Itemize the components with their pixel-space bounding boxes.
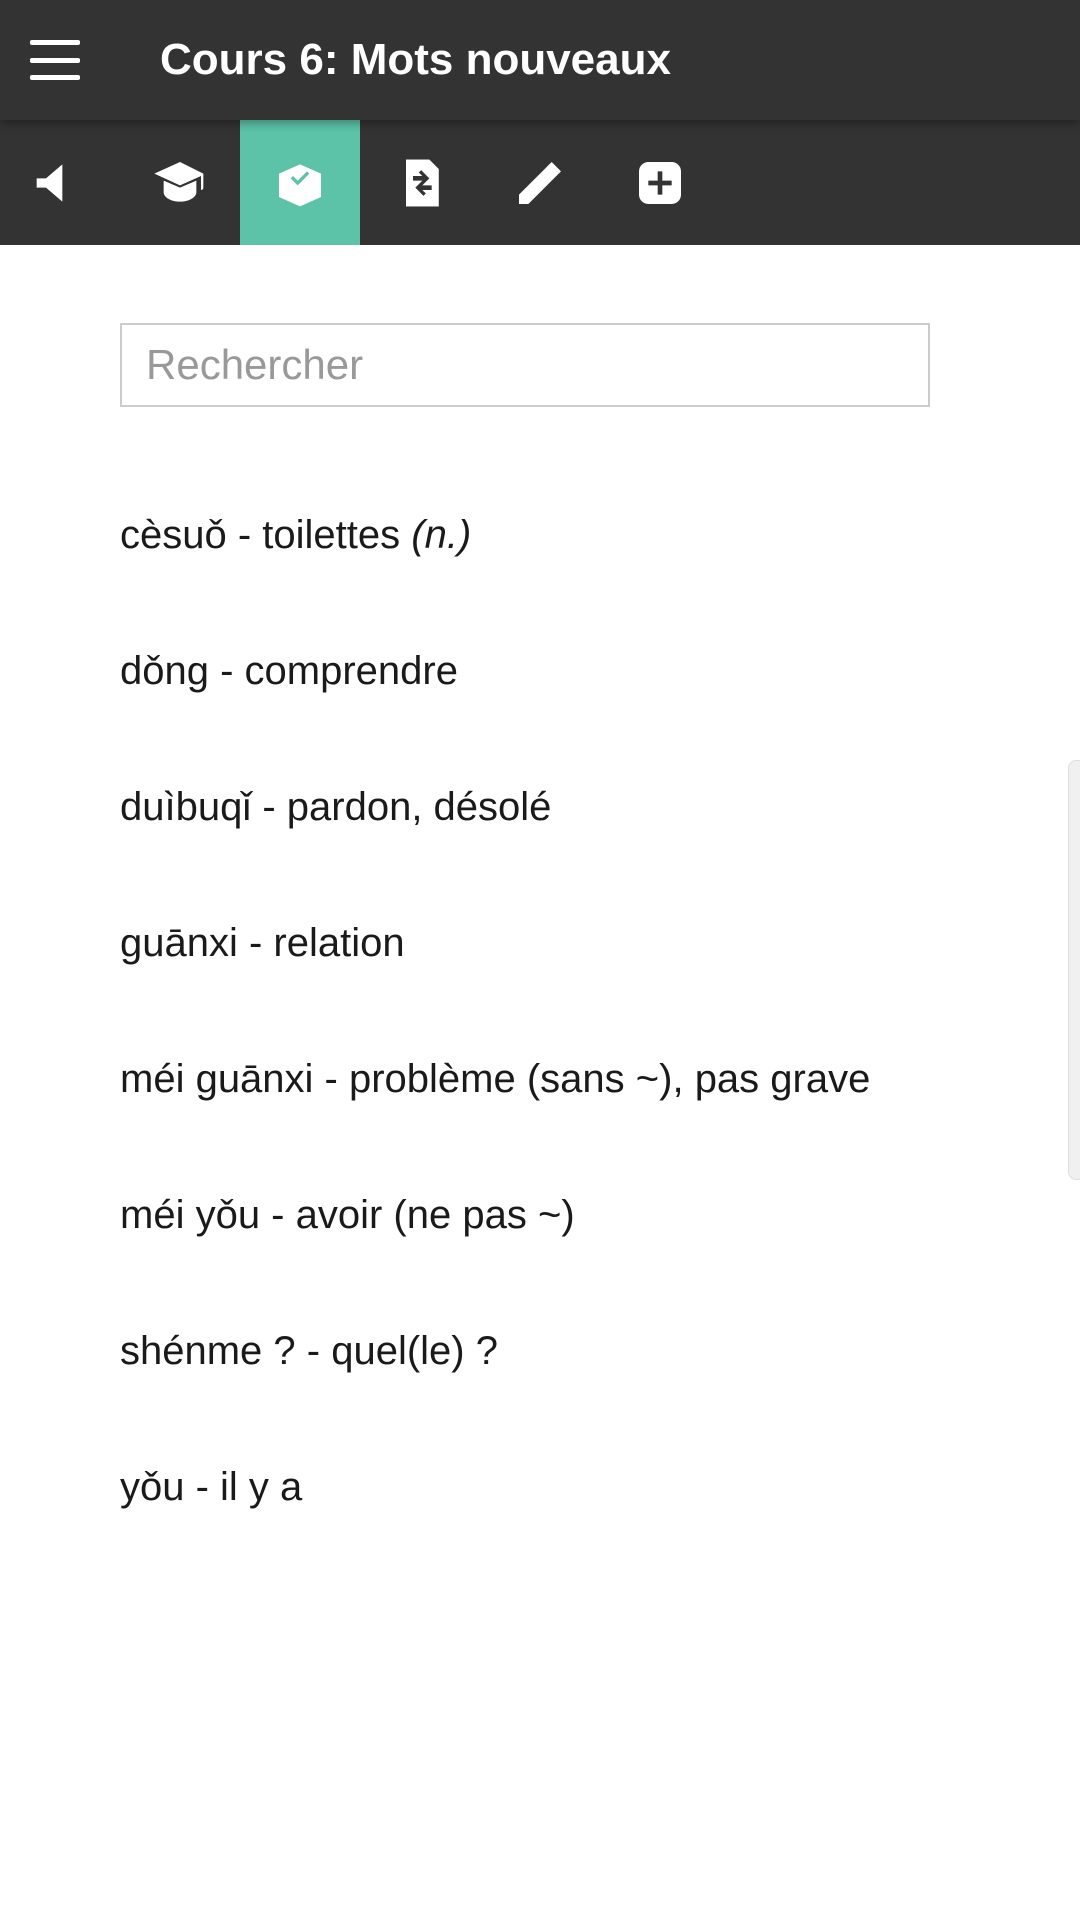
tab-learn[interactable] — [120, 120, 240, 245]
list-item[interactable]: yǒu - il y a — [120, 1419, 960, 1555]
word-translation: avoir (ne pas ~) — [296, 1193, 575, 1237]
word-pinyin: méi guānxi — [120, 1057, 313, 1101]
menu-icon[interactable] — [30, 40, 80, 80]
tab-box[interactable] — [240, 120, 360, 245]
word-translation: il y a — [220, 1465, 302, 1509]
word-translation: pardon, désolé — [287, 785, 552, 829]
word-pinyin: cèsuǒ — [120, 513, 227, 557]
word-sep: - — [185, 1465, 221, 1509]
search-input[interactable] — [146, 325, 904, 405]
tab-swap[interactable] — [360, 120, 480, 245]
pencil-icon — [512, 155, 568, 211]
word-sep: - — [238, 921, 274, 965]
tab-audio[interactable] — [0, 120, 120, 245]
tab-add[interactable] — [600, 120, 720, 245]
word-pinyin: duìbuqǐ — [120, 785, 251, 829]
toolbar — [0, 120, 1080, 245]
word-sep: - — [227, 513, 263, 557]
list-item[interactable]: duìbuqǐ - pardon, désolé — [120, 739, 960, 875]
app-header: Cours 6: Mots nouveaux — [0, 0, 1080, 120]
list-item[interactable]: shénme ? - quel(le) ? — [120, 1283, 960, 1419]
word-sep: - — [260, 1193, 296, 1237]
main-content: cèsuǒ - toilettes (n.) dǒng - comprendre… — [0, 245, 1080, 1555]
word-translation: toilettes — [262, 513, 411, 557]
word-pos: (n.) — [411, 513, 471, 557]
tab-edit[interactable] — [480, 120, 600, 245]
word-pinyin: dǒng — [120, 649, 209, 693]
list-item[interactable]: guānxi - relation — [120, 875, 960, 1011]
swap-file-icon — [392, 155, 448, 211]
list-item[interactable]: cèsuǒ - toilettes (n.) — [120, 467, 960, 603]
word-pinyin: yǒu — [120, 1465, 185, 1509]
word-pinyin: guānxi — [120, 921, 238, 965]
box-icon — [272, 155, 328, 211]
list-item[interactable]: méi yǒu - avoir (ne pas ~) — [120, 1147, 960, 1283]
word-sep: - — [209, 649, 245, 693]
word-pinyin: méi yǒu — [120, 1193, 260, 1237]
graduation-cap-icon — [152, 155, 208, 211]
search-wrapper — [120, 323, 930, 407]
list-item[interactable]: méi guānxi - problème (sans ~), pas grav… — [120, 1011, 960, 1147]
word-translation: relation — [273, 921, 404, 965]
word-translation: quel(le) ? — [331, 1329, 498, 1373]
scrollbar[interactable] — [1068, 760, 1080, 1180]
megaphone-icon — [32, 155, 88, 211]
word-sep: - — [296, 1329, 332, 1373]
add-icon — [632, 155, 688, 211]
word-pinyin: shénme ? — [120, 1329, 296, 1373]
word-sep: - — [313, 1057, 349, 1101]
word-sep: - — [251, 785, 287, 829]
word-translation: comprendre — [245, 649, 458, 693]
word-list: cèsuǒ - toilettes (n.) dǒng - comprendre… — [120, 467, 960, 1555]
word-translation: problème (sans ~), pas grave — [349, 1057, 870, 1101]
list-item[interactable]: dǒng - comprendre — [120, 603, 960, 739]
page-title: Cours 6: Mots nouveaux — [160, 35, 671, 85]
